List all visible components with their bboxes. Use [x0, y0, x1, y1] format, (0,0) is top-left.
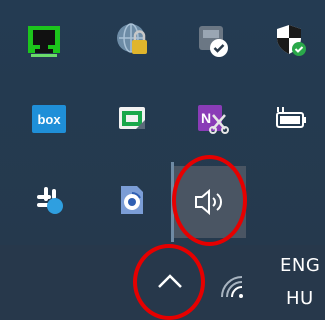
show-hidden-icons-label: ^	[185, 269, 186, 270]
monitor-app-icon[interactable]	[21, 19, 67, 65]
backup-app-icon[interactable]	[190, 17, 236, 63]
battery-icon[interactable]	[268, 96, 314, 142]
chevron-up-icon	[158, 274, 182, 288]
language-top: ENG	[280, 255, 321, 276]
network-button[interactable]	[217, 271, 249, 303]
wifi-icon	[221, 276, 243, 298]
sync-icon	[121, 186, 143, 214]
battery-plug-icon	[276, 107, 306, 128]
onenote-send-icon[interactable]: N	[190, 96, 236, 142]
show-hidden-icons-button[interactable]: ^	[155, 269, 185, 295]
network-lock-icon	[117, 23, 147, 54]
shield-check-icon[interactable]	[268, 17, 314, 63]
shield-icon	[277, 25, 306, 56]
onenote-icon-label: N	[201, 110, 211, 126]
speaker-icon	[195, 188, 222, 216]
sync-app-icon[interactable]	[108, 177, 154, 223]
green-monitor-icon	[28, 26, 60, 57]
slack-icon[interactable]	[26, 177, 72, 223]
volume-icon[interactable]	[187, 179, 233, 225]
network-drive-icon[interactable]	[110, 17, 156, 63]
box-icon-label: box	[37, 112, 61, 127]
language-indicator[interactable]: ENG HU	[276, 257, 321, 317]
language-bottom: HU	[286, 288, 314, 309]
backup-check-icon	[199, 26, 228, 57]
onenote-clip-icon: N	[198, 105, 229, 134]
slack-logo-icon	[37, 187, 63, 214]
snip-icon	[119, 107, 145, 129]
box-icon: box	[32, 105, 66, 133]
box-app-icon[interactable]: box	[26, 96, 72, 142]
hidden-icons-flyout: box N	[0, 0, 325, 245]
taskbar: ^ ENG HU	[0, 245, 325, 320]
snip-sketch-icon[interactable]	[110, 96, 156, 142]
